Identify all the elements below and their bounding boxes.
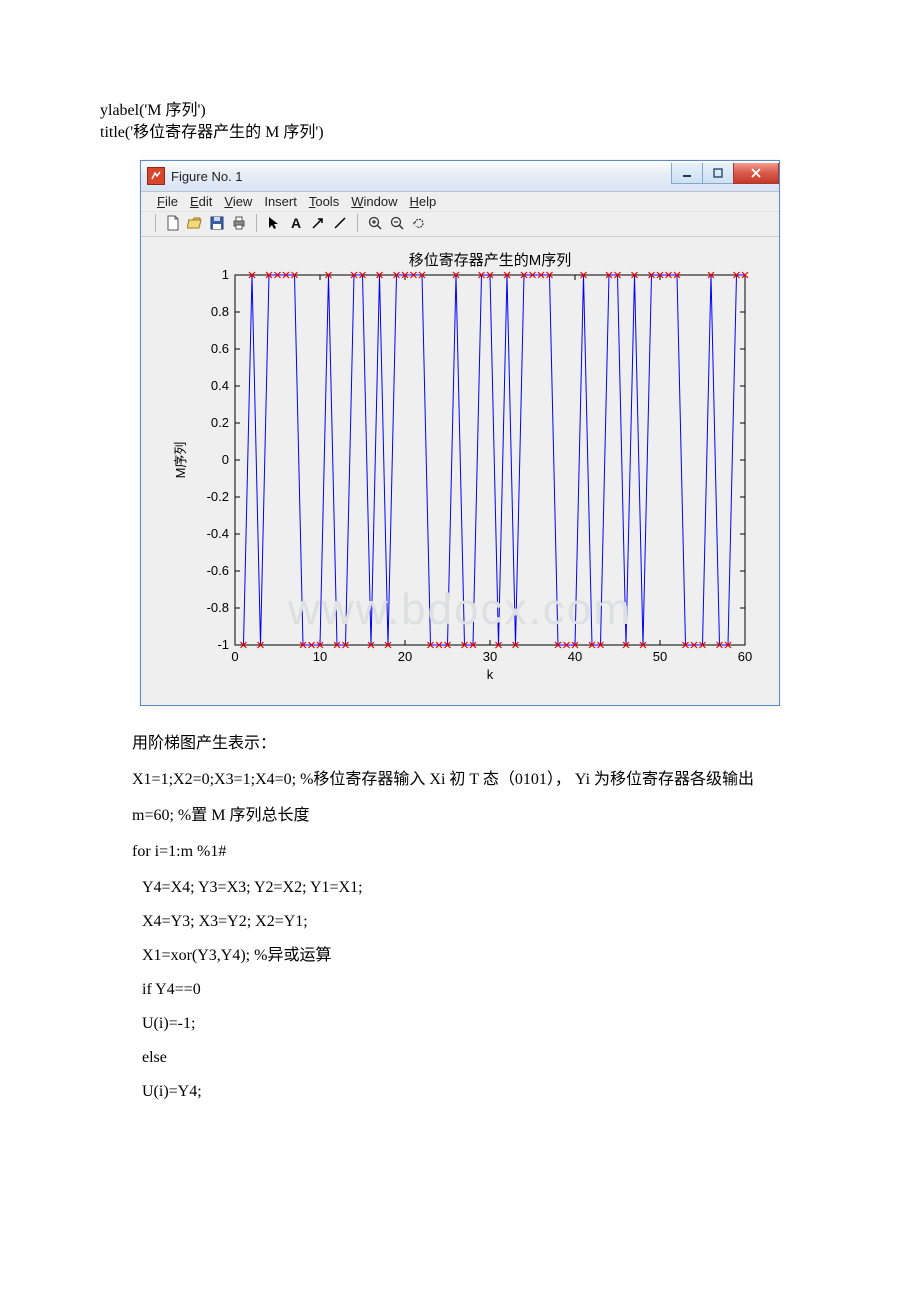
- toolbar-separator: [357, 214, 358, 232]
- toolbar: A: [141, 212, 779, 237]
- svg-text:-0.8: -0.8: [207, 600, 229, 615]
- line-tool-icon[interactable]: [331, 214, 349, 232]
- svg-text:-0.6: -0.6: [207, 563, 229, 578]
- svg-text:0: 0: [222, 452, 229, 467]
- text-line: else: [110, 1044, 820, 1072]
- new-file-icon[interactable]: [164, 214, 182, 232]
- code-text: X1=1;X2=0;X3=1;X4=0; %移位寄存器输入 Xi 初 T 态（0…: [132, 771, 754, 788]
- svg-text:60: 60: [738, 649, 752, 664]
- chart: www.bdocx.com -1-0.8-0.6-0.4-0.200.20.40…: [155, 245, 765, 695]
- svg-text:10: 10: [313, 649, 327, 664]
- zoom-in-icon[interactable]: [366, 214, 384, 232]
- toolbar-separator: [155, 214, 156, 232]
- menu-help[interactable]: Help: [409, 194, 436, 209]
- save-icon[interactable]: [208, 214, 226, 232]
- svg-text:-0.2: -0.2: [207, 489, 229, 504]
- text-line: X1=1;X2=0;X3=1;X4=0; %移位寄存器输入 Xi 初 T 态（0…: [100, 766, 820, 794]
- pointer-icon[interactable]: [265, 214, 283, 232]
- svg-text:40: 40: [568, 649, 582, 664]
- rotate-icon[interactable]: [410, 214, 428, 232]
- plot-area: www.bdocx.com -1-0.8-0.6-0.4-0.200.20.40…: [141, 237, 779, 705]
- maximize-button[interactable]: [702, 163, 734, 184]
- matlab-figure-window: Figure No. 1 File Edit View Insert Tools…: [140, 160, 780, 706]
- menu-edit[interactable]: Edit: [190, 194, 212, 209]
- svg-text:M序列: M序列: [173, 442, 188, 479]
- window-controls: [672, 163, 779, 185]
- text-line: for i=1:m %1#: [100, 838, 820, 866]
- menu-tools[interactable]: Tools: [309, 194, 339, 209]
- text-line: U(i)=-1;: [110, 1010, 820, 1038]
- svg-text:移位寄存器产生的M序列: 移位寄存器产生的M序列: [409, 251, 572, 269]
- print-icon[interactable]: [230, 214, 248, 232]
- code-line: title('移位寄存器产生的 M 序列'): [100, 122, 820, 144]
- svg-text:0.2: 0.2: [211, 415, 229, 430]
- menu-file[interactable]: File: [157, 194, 178, 209]
- code-line: ylabel('M 序列'): [100, 100, 820, 122]
- svg-text:0: 0: [231, 649, 238, 664]
- svg-text:0.8: 0.8: [211, 304, 229, 319]
- text-tool-icon[interactable]: A: [287, 214, 305, 232]
- svg-text:-1: -1: [217, 637, 229, 652]
- text-line: Y4=X4; Y3=X3; Y2=X2; Y1=X1;: [110, 874, 820, 902]
- text-line: X1=xor(Y3,Y4); %异或运算: [110, 942, 820, 970]
- svg-text:0.6: 0.6: [211, 341, 229, 356]
- svg-text:-0.4: -0.4: [207, 526, 229, 541]
- close-button[interactable]: [733, 163, 779, 184]
- text-line: 用阶梯图产生表示：: [100, 730, 820, 758]
- minimize-button[interactable]: [671, 163, 703, 184]
- text-line: if Y4==0: [110, 976, 820, 1004]
- svg-text:1: 1: [222, 267, 229, 282]
- menu-insert[interactable]: Insert: [264, 194, 297, 209]
- text-line: X4=Y3; X3=Y2; X2=Y1;: [110, 908, 820, 936]
- app-icon: [147, 167, 165, 185]
- text-line: m=60; %置 M 序列总长度: [100, 802, 820, 830]
- body-text: 用阶梯图产生表示： X1=1;X2=0;X3=1;X4=0; %移位寄存器输入 …: [100, 730, 820, 1106]
- zoom-out-icon[interactable]: [388, 214, 406, 232]
- open-file-icon[interactable]: [186, 214, 204, 232]
- menubar: File Edit View Insert Tools Window Help: [141, 192, 779, 212]
- toolbar-separator: [256, 214, 257, 232]
- titlebar: Figure No. 1: [141, 160, 779, 192]
- menu-view[interactable]: View: [224, 194, 252, 209]
- svg-text:50: 50: [653, 649, 667, 664]
- menu-window[interactable]: Window: [351, 194, 397, 209]
- pre-code-block: ylabel('M 序列') title('移位寄存器产生的 M 序列'): [100, 100, 820, 144]
- svg-text:0.4: 0.4: [211, 378, 229, 393]
- svg-text:k: k: [487, 667, 494, 682]
- svg-text:20: 20: [398, 649, 412, 664]
- arrow-tool-icon[interactable]: [309, 214, 327, 232]
- text-line: U(i)=Y4;: [110, 1078, 820, 1106]
- svg-text:30: 30: [483, 649, 497, 664]
- window-title: Figure No. 1: [171, 169, 672, 184]
